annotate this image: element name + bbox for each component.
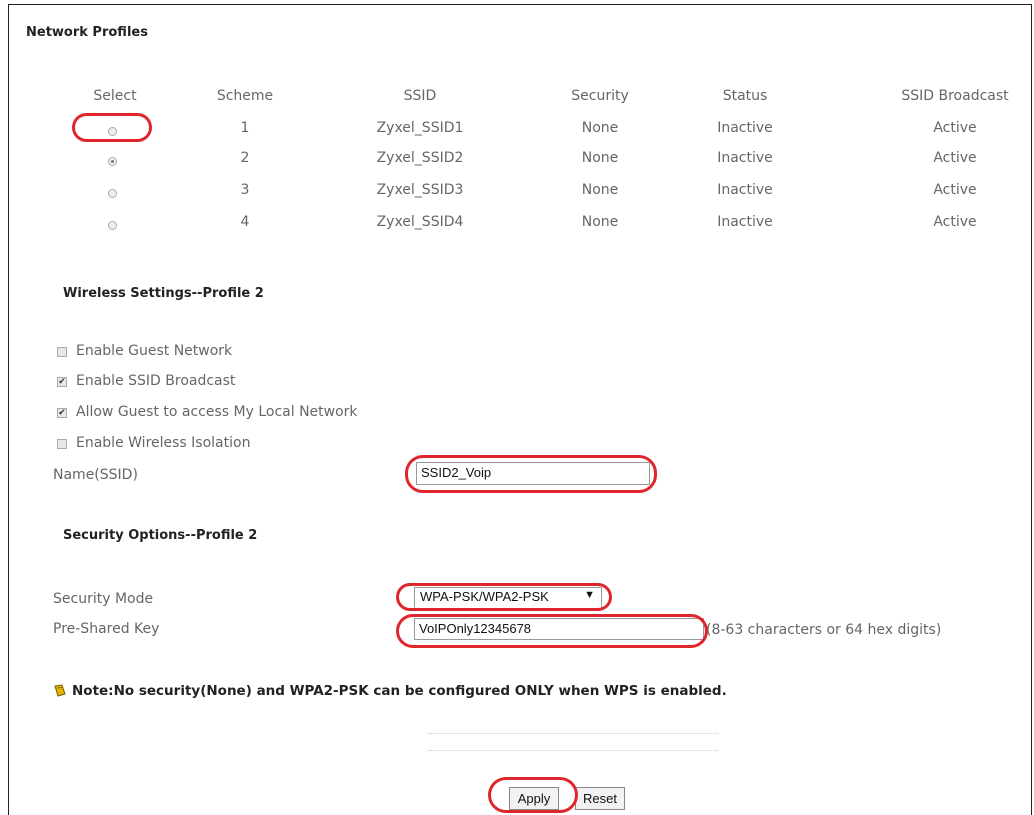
security-mode-value: WPA-PSK/WPA2-PSK: [420, 589, 549, 604]
security-cell: None: [581, 150, 619, 166]
col-header-scheme: Scheme: [216, 88, 274, 104]
guest-network-checkbox[interactable]: [57, 347, 67, 357]
status-cell: Inactive: [717, 150, 773, 166]
status-cell: Inactive: [717, 120, 773, 136]
wireless-settings-title: Wireless Settings--Profile 2: [63, 286, 264, 301]
guest-network-label: Enable Guest Network: [76, 343, 233, 359]
security-cell: None: [581, 182, 619, 198]
wps-note: Note:No security(None) and WPA2-PSK can …: [72, 683, 727, 699]
reset-button[interactable]: Reset: [575, 787, 625, 810]
ssid-broadcast-checkbox[interactable]: ✔: [57, 377, 67, 387]
divider: [428, 733, 718, 734]
ssid-cell: Zyxel_SSID2: [376, 150, 464, 166]
guest-local-access-label: Allow Guest to access My Local Network: [76, 404, 358, 420]
col-header-security: Security: [571, 88, 629, 104]
security-mode-label: Security Mode: [53, 591, 154, 607]
ssid-name-label: Name(SSID): [53, 467, 138, 483]
col-header-ssid: SSID: [403, 88, 437, 104]
ssid-name-input[interactable]: SSID2_Voip: [416, 462, 650, 485]
wireless-isolation-label: Enable Wireless Isolation: [76, 435, 251, 451]
security-cell: None: [581, 214, 619, 230]
chevron-down-icon: ▼: [584, 589, 595, 601]
note-icon: [53, 683, 67, 697]
ssid-cell: Zyxel_SSID4: [376, 214, 464, 230]
select-radio-2[interactable]: [108, 157, 117, 166]
broadcast-cell: Active: [933, 214, 977, 230]
scheme-cell: 1: [240, 120, 250, 136]
divider: [428, 750, 718, 751]
status-cell: Inactive: [717, 182, 773, 198]
psk-input[interactable]: VoIPOnly12345678: [414, 618, 704, 640]
wireless-isolation-checkbox[interactable]: [57, 439, 67, 449]
security-cell: None: [581, 120, 619, 136]
psk-hint: (8-63 characters or 64 hex digits): [706, 622, 942, 638]
ssid-cell: Zyxel_SSID1: [376, 120, 464, 136]
security-mode-select[interactable]: WPA-PSK/WPA2-PSK ▼: [414, 587, 602, 609]
psk-label: Pre-Shared Key: [53, 621, 160, 637]
select-radio-3[interactable]: [108, 189, 117, 198]
ssid-broadcast-label: Enable SSID Broadcast: [76, 373, 236, 389]
scheme-cell: 2: [240, 150, 250, 166]
apply-button[interactable]: Apply: [509, 787, 559, 810]
guest-local-access-checkbox[interactable]: ✔: [57, 408, 67, 418]
broadcast-cell: Active: [933, 120, 977, 136]
scheme-cell: 4: [240, 214, 250, 230]
scheme-cell: 3: [240, 182, 250, 198]
select-radio-1[interactable]: [108, 127, 117, 136]
col-header-select: Select: [93, 88, 137, 104]
ssid-cell: Zyxel_SSID3: [376, 182, 464, 198]
network-profiles-title: Network Profiles: [26, 25, 148, 40]
security-options-title: Security Options--Profile 2: [63, 528, 258, 543]
col-header-status: Status: [722, 88, 768, 104]
col-header-ssid-broadcast: SSID Broadcast: [901, 88, 1009, 104]
select-radio-4[interactable]: [108, 221, 117, 230]
status-cell: Inactive: [717, 214, 773, 230]
broadcast-cell: Active: [933, 182, 977, 198]
broadcast-cell: Active: [933, 150, 977, 166]
